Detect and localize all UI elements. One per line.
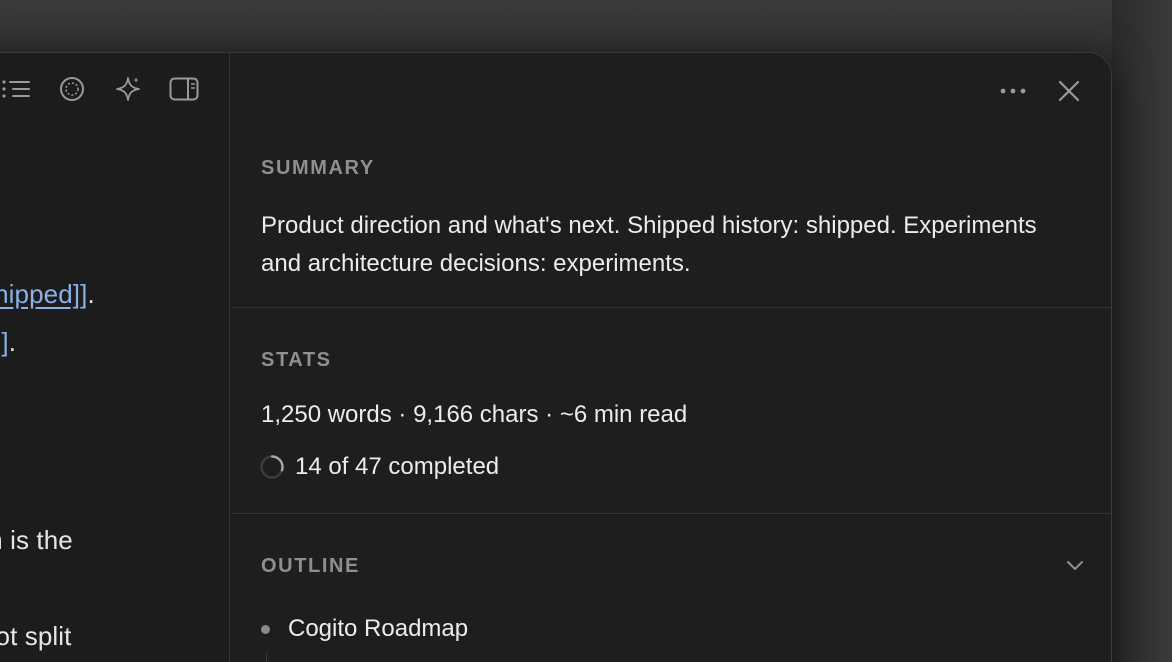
summary-title: SUMMARY — [261, 157, 375, 179]
desktop-backdrop — [0, 0, 1172, 60]
outline-item-label: Cogito Roadmap — [288, 615, 469, 642]
editor-line: m is the — [0, 525, 73, 555]
sidebar-toggle-icon[interactable] — [169, 74, 199, 104]
desktop-backdrop-right — [1112, 0, 1172, 662]
wiki-link[interactable]: s]] — [0, 327, 9, 357]
editor-pane: shipped]]. s]]. m is the not split — [0, 53, 230, 662]
target-icon[interactable] — [57, 74, 87, 104]
progress-ring-icon — [260, 455, 284, 479]
editor-line: s]]. — [0, 327, 16, 358]
summary-text: Product direction and what's next. Shipp… — [261, 212, 1037, 277]
editor-line: shipped]]. — [0, 279, 95, 310]
editor-toolbar — [1, 73, 225, 105]
summary-section: SUMMARY Product direction and what's nex… — [231, 53, 1111, 308]
chevron-down-icon[interactable] — [1063, 553, 1087, 577]
outline-item[interactable]: Cogito Roadmap — [261, 615, 468, 643]
wiki-link[interactable]: shipped]] — [0, 279, 87, 309]
app-window: shipped]]. s]]. m is the not split — [0, 52, 1112, 662]
stats-summary: 1,250 words · 9,166 chars · ~6 min read — [261, 401, 688, 428]
list-icon[interactable] — [1, 74, 31, 104]
info-panel: SUMMARY Product direction and what's nex… — [231, 53, 1111, 662]
bullet-icon — [261, 624, 270, 634]
sparkle-icon[interactable] — [113, 74, 143, 104]
stats-title: STATS — [261, 349, 332, 371]
progress-text: 14 of 47 completed — [295, 453, 500, 480]
editor-line: not split — [0, 621, 72, 651]
outline-title: OUTLINE — [261, 555, 360, 577]
task-progress: 14 of 47 completed — [259, 453, 499, 481]
outline-guide — [266, 653, 267, 662]
